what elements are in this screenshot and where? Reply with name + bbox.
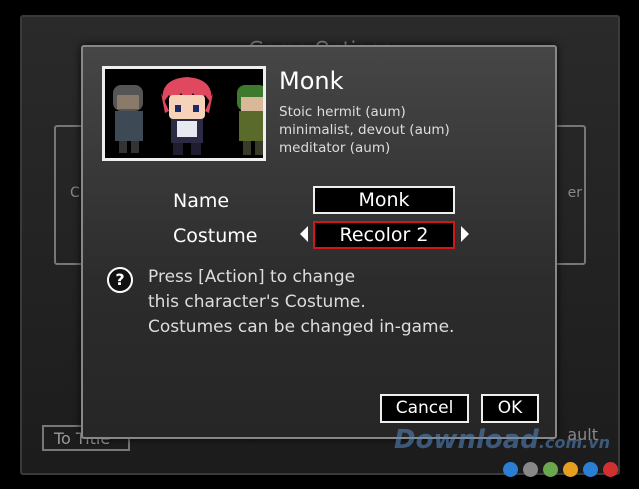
background-right-panel-text: er [567,185,582,201]
character-name-title: Monk [279,67,344,95]
character-traits: Stoic hermit (aum) minimalist, devout (a… [279,103,450,157]
arrow-left-icon[interactable] [300,226,308,242]
cancel-button[interactable]: Cancel [380,394,469,423]
character-sprite-center [161,77,213,155]
character-portrait [102,66,266,161]
watermark-dot [503,462,518,477]
help-line: Press [Action] to change [148,267,356,287]
costume-selector[interactable]: Recolor 2 [313,221,455,249]
help-line: this character's Costume. [148,292,366,312]
name-field[interactable]: Monk [313,186,455,214]
trait-line: minimalist, devout (aum) [279,122,450,138]
character-sprite-left [113,85,143,153]
trait-line: meditator (aum) [279,140,391,156]
help-text: Press [Action] to change this character'… [148,265,454,340]
name-label: Name [173,190,230,212]
watermark-dot [603,462,618,477]
trait-line: Stoic hermit (aum) [279,104,406,120]
watermark-logo: Download.com.vn [394,425,610,455]
costume-label: Costume [173,225,258,247]
help-circle-icon: ? [107,267,133,293]
background-left-panel-text: C [70,185,80,201]
watermark-domain: .com.vn [538,433,611,452]
watermark-dot [563,462,578,477]
watermark-dots [503,462,618,477]
character-sprite-right [237,85,263,155]
watermark-dot [523,462,538,477]
watermark-brand: Download [394,425,539,455]
arrow-right-icon[interactable] [461,226,469,242]
watermark-dot [583,462,598,477]
ok-button[interactable]: OK [481,394,539,423]
help-line: Costumes can be changed in-game. [148,317,455,337]
costume-dialog: Monk Stoic hermit (aum) minimalist, devo… [81,45,557,439]
watermark-dot [543,462,558,477]
